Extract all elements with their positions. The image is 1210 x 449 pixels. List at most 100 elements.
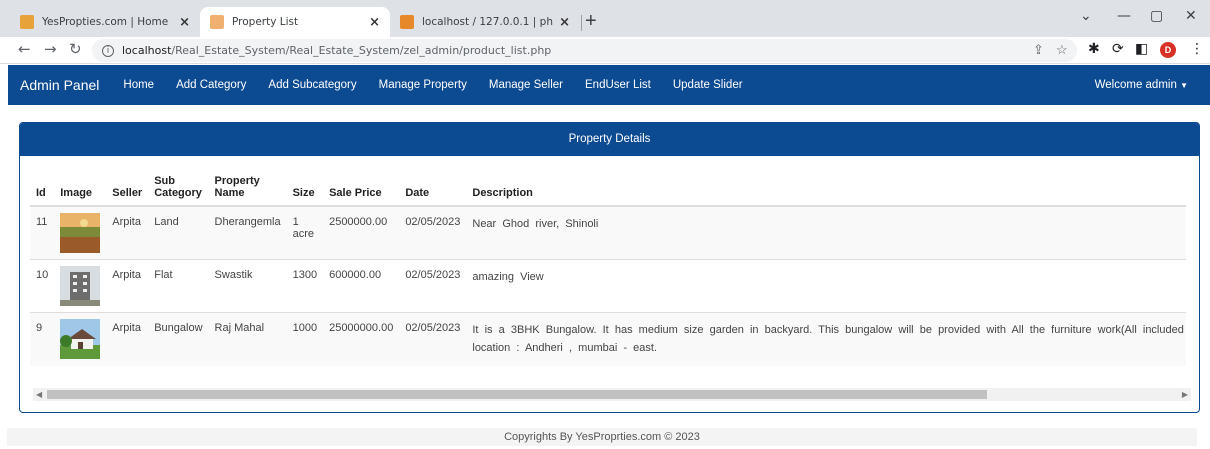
url-host: localhost: [122, 44, 172, 57]
cell-description-line1: It is a 3BHK Bungalow. It has medium siz…: [472, 324, 1184, 336]
col-size: Size: [286, 171, 324, 207]
close-tab-icon[interactable]: ×: [179, 15, 190, 30]
browser-menu-icon[interactable]: ⋮: [1190, 41, 1204, 57]
col-id: Id: [30, 171, 55, 207]
tab-phpmyadmin[interactable]: localhost / 127.0.0.1 | phpMyAdm ×: [390, 7, 580, 37]
cell-sale-price: 25000000.00: [323, 312, 400, 366]
tab-title: YesPropties.com | Home: [42, 16, 169, 28]
cell-subcategory: Bungalow: [148, 312, 209, 366]
panel-title: Property Details: [20, 123, 1199, 156]
brand-title[interactable]: Admin Panel: [20, 77, 99, 93]
tab-home[interactable]: YesPropties.com | Home ×: [10, 7, 200, 37]
property-table: Id Image Seller Sub Category Property Name…: [30, 171, 1187, 366]
minimize-icon[interactable]: —: [1117, 8, 1131, 24]
browser-tab-strip: YesPropties.com | Home × Property List ×…: [0, 0, 1210, 37]
cell-subcategory: Flat: [148, 259, 209, 313]
scroll-right-arrow-icon[interactable]: ▶: [1182, 388, 1188, 401]
nav-link-add-category[interactable]: Add Category: [176, 79, 246, 91]
cell-id: 11: [30, 205, 55, 260]
tab-title: Property List: [232, 16, 299, 28]
welcome-label: Welcome admin: [1094, 79, 1177, 91]
user-menu-dropdown[interactable]: Welcome admin ▼: [1095, 79, 1188, 91]
nav-link-update-slider[interactable]: Update Slider: [673, 79, 743, 91]
nav-link-manage-property[interactable]: Manage Property: [379, 79, 467, 91]
cell-seller: Arpita: [106, 205, 149, 260]
back-arrow-icon[interactable]: ←: [18, 40, 31, 58]
land-photo-thumbnail[interactable]: [60, 213, 101, 253]
cell-id: 9: [30, 312, 55, 366]
cell-description-line1: amazing View: [472, 271, 544, 283]
col-seller: Seller: [106, 171, 149, 207]
cell-property-name: Swastik: [208, 259, 287, 313]
cell-subcategory: Land: [148, 205, 209, 260]
nav-link-add-subcategory[interactable]: Add Subcategory: [268, 79, 356, 91]
cell-size: 1 acre: [286, 205, 324, 260]
close-tab-icon[interactable]: ×: [559, 15, 570, 30]
cell-image: [54, 259, 107, 313]
col-property-name: Property Name: [208, 171, 287, 207]
close-window-icon[interactable]: ✕: [1185, 8, 1197, 24]
cell-id: 10: [30, 259, 55, 313]
cell-date: 02/05/2023: [399, 312, 467, 366]
col-property-name-line1: Property: [214, 175, 260, 187]
share-icon[interactable]: ⇪: [1033, 42, 1044, 58]
cell-image: [54, 312, 107, 366]
nav-link-home[interactable]: Home: [123, 79, 154, 91]
table-row: 11 Arpita Land Dherangemla 1 acre 2500000…: [30, 205, 1187, 260]
history-sync-icon[interactable]: ⟳: [1112, 41, 1124, 57]
cell-image: [54, 205, 107, 260]
tab-divider: [581, 15, 582, 31]
scroll-left-arrow-icon[interactable]: ◀: [36, 388, 42, 401]
table-header-row: Id Image Seller Sub Category Property Name…: [30, 171, 1187, 207]
site-favicon-icon: [20, 15, 34, 29]
property-details-panel: Property Details Id Image Seller Sub Cate…: [19, 122, 1200, 413]
cell-seller: Arpita: [106, 312, 149, 366]
page-footer: Copyrights By YesProprties.com © 2023: [7, 428, 1197, 446]
table-row: 9 Arpita Bungalow Raj Mahal 1000 2500000…: [30, 312, 1187, 366]
bungalow-photo-thumbnail[interactable]: [60, 319, 101, 359]
cell-sale-price: 2500000.00: [323, 205, 400, 260]
url-path: /Real_Estate_System/Real_Estate_System/z…: [171, 44, 552, 57]
cell-size-line2: acre: [292, 228, 314, 240]
col-sale-price: Sale Price: [323, 171, 400, 207]
table-row: 10 Arpita Flat Swastik 1300 600000.00 02…: [30, 259, 1187, 313]
cell-description-line2: location : Andheri , mumbai - east.: [472, 341, 658, 354]
tab-search-chevron-icon[interactable]: ⌄: [1080, 8, 1092, 24]
cell-property-name: Dherangemla: [208, 205, 287, 260]
close-tab-icon[interactable]: ×: [369, 15, 380, 30]
reload-icon[interactable]: ↻: [69, 40, 82, 58]
cell-sale-price: 600000.00: [323, 259, 400, 313]
cell-description-line1: Near Ghod river, Shinoli: [472, 218, 599, 230]
cell-seller: Arpita: [106, 259, 149, 313]
tab-title: localhost / 127.0.0.1 | phpMyAdm: [422, 16, 553, 28]
col-subcategory-line2: Category: [154, 187, 202, 199]
nav-link-manage-seller[interactable]: Manage Seller: [489, 79, 563, 91]
restore-icon[interactable]: ▢: [1150, 8, 1163, 24]
site-favicon-icon: [210, 15, 224, 29]
cell-description: amazing View: [466, 259, 1187, 313]
col-image: Image: [54, 171, 107, 207]
cell-property-name: Raj Mahal: [208, 312, 287, 366]
col-subcategory-line1: Sub: [154, 175, 175, 187]
building-photo-thumbnail[interactable]: [60, 266, 101, 306]
col-subcategory: Sub Category: [148, 171, 209, 207]
cell-date: 02/05/2023: [399, 205, 467, 260]
new-tab-icon[interactable]: +: [585, 10, 597, 33]
cell-size: 1300: [286, 259, 324, 313]
address-bar-row: ← → ↻ i localhost/Real_Estate_System/Rea…: [0, 37, 1210, 64]
extensions-icon[interactable]: ✱: [1088, 41, 1100, 57]
cell-description: Near Ghod river, Shinoli: [466, 205, 1187, 260]
nav-link-enduser-list[interactable]: EndUser List: [585, 79, 651, 91]
url-field[interactable]: i localhost/Real_Estate_System/Real_Esta…: [92, 39, 1077, 62]
profile-avatar[interactable]: D: [1160, 42, 1176, 58]
forward-arrow-icon[interactable]: →: [44, 40, 57, 58]
scrollbar-thumb[interactable]: [47, 390, 987, 399]
cell-size-line1: 1: [292, 216, 299, 228]
tab-property-list[interactable]: Property List ×: [200, 7, 390, 37]
horizontal-scrollbar[interactable]: ◀ ▶: [33, 388, 1191, 401]
cell-size: 1000: [286, 312, 324, 366]
bookmark-star-icon[interactable]: ☆: [1056, 42, 1068, 58]
site-info-icon[interactable]: i: [102, 44, 114, 57]
sidepanel-icon[interactable]: ◧: [1135, 41, 1148, 57]
col-date: Date: [399, 171, 467, 207]
